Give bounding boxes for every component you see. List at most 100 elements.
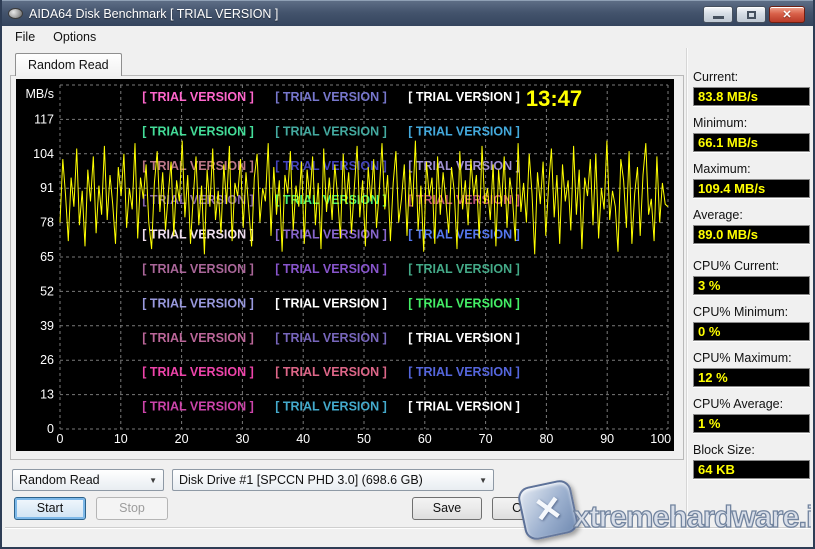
disk-drive-value: Disk Drive #1 [SPCCN PHD 3.0] (698.6 GB): [179, 473, 475, 487]
x-axis-tick-label: 40: [296, 432, 310, 446]
stat-label: Minimum:: [693, 116, 810, 130]
stat-label: CPU% Average:: [693, 397, 810, 411]
tab-label: Random Read: [28, 58, 109, 72]
trial-watermark-text: [ TRIAL VERSION ]: [142, 228, 254, 242]
trial-watermark-text: [ TRIAL VERSION ]: [142, 262, 254, 276]
benchmark-chart: MB/s117104917865523926130010203040506070…: [16, 79, 674, 451]
status-divider: [5, 527, 810, 529]
trial-watermark-text: [ TRIAL VERSION ]: [408, 262, 520, 276]
tab-random-read[interactable]: Random Read: [15, 53, 122, 76]
trial-watermark-text: [ TRIAL VERSION ]: [275, 159, 387, 173]
trial-watermark-text: [ TRIAL VERSION ]: [408, 90, 520, 104]
stat-group: CPU% Average: 1 %: [693, 397, 810, 433]
x-axis-tick-label: 60: [418, 432, 432, 446]
stop-button[interactable]: Stop: [96, 497, 168, 520]
y-axis-tick-label: 117: [34, 112, 54, 126]
y-axis-tick-label: 39: [40, 319, 54, 333]
x-axis-tick-label: 0: [57, 432, 64, 446]
trial-watermark-text: [ TRIAL VERSION ]: [408, 400, 520, 414]
stat-value: 66.1 MB/s: [693, 133, 810, 152]
disk-drive-select[interactable]: Disk Drive #1 [SPCCN PHD 3.0] (698.6 GB)…: [172, 469, 494, 491]
test-type-select[interactable]: Random Read ▼: [12, 469, 164, 491]
menu-item-file[interactable]: File: [6, 28, 44, 46]
maximize-icon: [747, 11, 756, 19]
y-axis-tick-label: 78: [40, 216, 54, 230]
close-button[interactable]: ✕: [769, 6, 805, 23]
maximize-button[interactable]: [736, 6, 766, 23]
x-axis-tick-label: 80: [539, 432, 553, 446]
clock-label: 13:47: [526, 86, 582, 111]
y-axis-tick-label: 0: [47, 422, 54, 436]
trial-watermark-text: [ TRIAL VERSION ]: [275, 228, 387, 242]
stat-label: Average:: [693, 208, 810, 222]
trial-watermark-text: [ TRIAL VERSION ]: [142, 296, 254, 310]
stat-label: Maximum:: [693, 162, 810, 176]
trial-watermark-text: [ TRIAL VERSION ]: [275, 296, 387, 310]
stat-value: 12 %: [693, 368, 810, 387]
chevron-down-icon: ▼: [479, 476, 487, 485]
stat-label: CPU% Current:: [693, 259, 810, 273]
trial-watermark-text: [ TRIAL VERSION ]: [275, 331, 387, 345]
y-axis-tick-label: 91: [40, 181, 54, 195]
x-axis-tick-label: 100 %: [650, 432, 674, 446]
stat-group: Block Size: 64 KB: [693, 443, 810, 479]
stat-value: 109.4 MB/s: [693, 179, 810, 198]
y-axis-tick-label: 13: [40, 388, 54, 402]
menu-item-options[interactable]: Options: [44, 28, 105, 46]
clear-button[interactable]: Clear: [492, 497, 562, 520]
trial-watermark-text: [ TRIAL VERSION ]: [142, 159, 254, 173]
stat-label: Current:: [693, 70, 810, 84]
trial-watermark-text: [ TRIAL VERSION ]: [142, 90, 254, 104]
trial-watermark-text: [ TRIAL VERSION ]: [275, 400, 387, 414]
x-axis-tick-label: 30: [235, 432, 249, 446]
stat-value: 83.8 MB/s: [693, 87, 810, 106]
stat-label: CPU% Maximum:: [693, 351, 810, 365]
save-button[interactable]: Save: [412, 497, 482, 520]
stat-group: Current: 83.8 MB/s: [693, 70, 810, 106]
trial-watermark-text: [ TRIAL VERSION ]: [408, 124, 520, 138]
minimize-icon: [713, 16, 724, 19]
stat-label: Block Size:: [693, 443, 810, 457]
x-axis-tick-label: 10: [114, 432, 128, 446]
stat-group: CPU% Maximum: 12 %: [693, 351, 810, 387]
stat-value: 64 KB: [693, 460, 810, 479]
chevron-down-icon: ▼: [149, 476, 157, 485]
menu-bar: FileOptions: [2, 27, 813, 47]
stat-group: Minimum: 66.1 MB/s: [693, 116, 810, 152]
x-axis-tick-label: 90: [600, 432, 614, 446]
trial-watermark-text: [ TRIAL VERSION ]: [142, 124, 254, 138]
trial-watermark-text: [ TRIAL VERSION ]: [142, 365, 254, 379]
stat-group: Average: 89.0 MB/s: [693, 208, 810, 244]
title-bar[interactable]: AIDA64 Disk Benchmark [ TRIAL VERSION ] …: [2, 0, 813, 26]
panel-divider: [686, 48, 688, 527]
trial-watermark-text: [ TRIAL VERSION ]: [275, 365, 387, 379]
stat-value: 89.0 MB/s: [693, 225, 810, 244]
close-icon: ✕: [782, 8, 791, 21]
x-axis-tick-label: 20: [175, 432, 189, 446]
trial-watermark-text: [ TRIAL VERSION ]: [142, 331, 254, 345]
trial-watermark-text: [ TRIAL VERSION ]: [275, 90, 387, 104]
stat-value: 3 %: [693, 276, 810, 295]
minimize-button[interactable]: [703, 6, 733, 23]
stat-value: 0 %: [693, 322, 810, 341]
trial-watermark-text: [ TRIAL VERSION ]: [275, 124, 387, 138]
stat-value: 1 %: [693, 414, 810, 433]
start-button[interactable]: Start: [14, 497, 86, 520]
stats-panel: Current: 83.8 MB/s Minimum: 66.1 MB/s Maximu…: [693, 70, 810, 489]
trial-watermark-text: [ TRIAL VERSION ]: [408, 228, 520, 242]
trial-watermark-text: [ TRIAL VERSION ]: [142, 400, 254, 414]
y-axis-tick-label: 52: [40, 284, 54, 298]
trial-watermark-text: [ TRIAL VERSION ]: [408, 365, 520, 379]
stat-group: CPU% Current: 3 %: [693, 259, 810, 295]
stat-group: Maximum: 109.4 MB/s: [693, 162, 810, 198]
window-title: AIDA64 Disk Benchmark [ TRIAL VERSION ]: [29, 7, 278, 21]
app-icon: [8, 8, 23, 19]
benchmark-chart-svg: MB/s117104917865523926130010203040506070…: [16, 79, 674, 451]
trial-watermark-text: [ TRIAL VERSION ]: [275, 262, 387, 276]
xtremehardware-text: xtremehardware.it: [573, 493, 811, 539]
app-window: AIDA64 Disk Benchmark [ TRIAL VERSION ] …: [0, 0, 815, 549]
x-axis-tick-label: 70: [479, 432, 493, 446]
test-type-value: Random Read: [19, 473, 145, 487]
y-axis-tick-label: 104: [33, 147, 54, 161]
stat-group: CPU% Minimum:0 %: [693, 305, 810, 341]
